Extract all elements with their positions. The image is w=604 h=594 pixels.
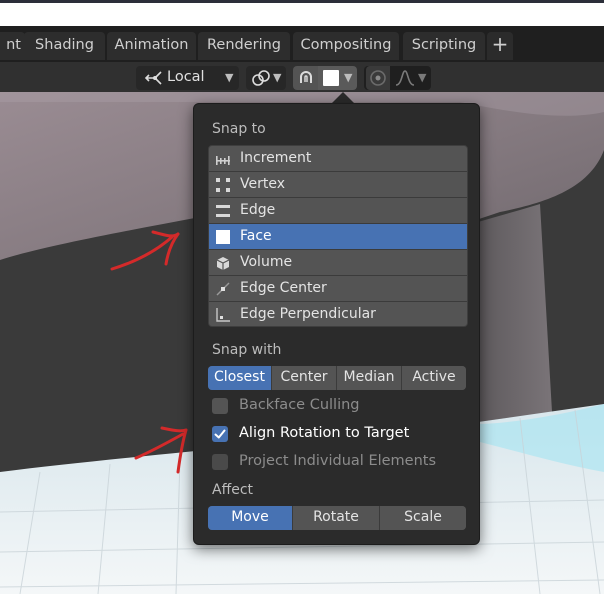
segment-label: Median bbox=[343, 369, 395, 385]
tab-scripting[interactable]: Scripting bbox=[403, 32, 485, 60]
tab-label: Shading bbox=[35, 37, 94, 53]
edge-center-icon bbox=[216, 282, 230, 296]
tab-animation[interactable]: Animation bbox=[107, 32, 196, 60]
snap-with-center[interactable]: Center bbox=[272, 366, 336, 390]
chevron-down-icon: ▼ bbox=[225, 71, 234, 84]
magnet-icon bbox=[300, 71, 312, 83]
snap-to-edge[interactable]: Edge bbox=[209, 198, 467, 224]
segment-label: Rotate bbox=[313, 509, 359, 525]
plus-icon: + bbox=[491, 32, 509, 56]
orientation-label: Local bbox=[167, 69, 205, 85]
affect-scale[interactable]: Scale bbox=[380, 506, 466, 530]
proportional-editing-icon bbox=[370, 70, 386, 86]
pivot-point-icon bbox=[252, 70, 270, 86]
snap-toggle-button[interactable] bbox=[293, 66, 318, 90]
tab-shading[interactable]: Shading bbox=[24, 32, 105, 60]
snap-to-vertex[interactable]: Vertex bbox=[209, 172, 467, 198]
tab-label: nt bbox=[6, 37, 21, 53]
face-snap-icon bbox=[323, 70, 339, 86]
affect-move[interactable]: Move bbox=[208, 506, 292, 530]
window-top-edge bbox=[0, 0, 604, 3]
tab-label: Rendering bbox=[206, 37, 282, 53]
segment-label: Active bbox=[412, 369, 456, 385]
snap-to-edge-center[interactable]: Edge Center bbox=[209, 276, 467, 302]
proportional-editing-toggle[interactable] bbox=[366, 66, 390, 90]
snap-to-increment[interactable]: Increment bbox=[209, 146, 467, 172]
snap-to-heading: Snap to bbox=[212, 121, 266, 137]
snap-item-label: Face bbox=[240, 228, 272, 244]
project-individual-elements-checkbox[interactable] bbox=[212, 454, 228, 470]
tab-rendering[interactable]: Rendering bbox=[198, 32, 290, 60]
tab-label: Scripting bbox=[411, 37, 477, 53]
pivot-point-dropdown[interactable]: ▼ bbox=[246, 66, 286, 90]
affect-rotate[interactable]: Rotate bbox=[293, 506, 379, 530]
vertex-icon bbox=[216, 178, 230, 192]
add-workspace-button[interactable]: + bbox=[487, 32, 513, 60]
snap-to-face[interactable]: Face bbox=[209, 224, 467, 250]
snap-item-label: Increment bbox=[240, 150, 312, 166]
chevron-down-icon: ▼ bbox=[344, 71, 353, 84]
snapping-popover: Snap to Increment Vertex Edge Face Volum… bbox=[193, 103, 480, 545]
option-label: Backface Culling bbox=[239, 397, 360, 413]
affect-heading: Affect bbox=[212, 482, 254, 498]
snap-item-label: Edge bbox=[240, 202, 276, 218]
annotation-arrow-1 bbox=[110, 230, 180, 271]
segment-label: Move bbox=[231, 509, 269, 525]
transform-orientation-dropdown[interactable]: Local ▼ bbox=[136, 66, 239, 90]
affect-selector: Move Rotate Scale bbox=[208, 506, 466, 530]
snap-to-volume[interactable]: Volume bbox=[209, 250, 467, 276]
tab-layout[interactable]: nt bbox=[0, 32, 25, 60]
workspace-tabs-bar: nt Shading Animation Rendering Compositi… bbox=[0, 26, 604, 62]
snap-with-closest[interactable]: Closest bbox=[208, 366, 271, 390]
orientation-icon bbox=[144, 71, 162, 85]
snap-item-label: Volume bbox=[240, 254, 293, 270]
snap-item-label: Edge Center bbox=[240, 280, 327, 296]
chevron-down-icon: ▼ bbox=[418, 71, 427, 84]
edge-icon bbox=[216, 205, 230, 217]
proportional-editing-group: ▼ bbox=[364, 66, 431, 90]
snap-with-active[interactable]: Active bbox=[402, 366, 466, 390]
segment-label: Closest bbox=[214, 369, 265, 385]
face-icon bbox=[216, 230, 230, 244]
align-rotation-checkbox[interactable] bbox=[212, 426, 228, 442]
snap-with-median[interactable]: Median bbox=[337, 366, 401, 390]
edge-perpendicular-icon bbox=[216, 308, 230, 322]
snap-item-label: Edge Perpendicular bbox=[240, 306, 376, 322]
segment-label: Scale bbox=[404, 509, 442, 525]
snap-item-label: Vertex bbox=[240, 176, 286, 192]
tab-label: Compositing bbox=[300, 37, 392, 53]
viewport-header: Local ▼ ▼ ▼ ▼ bbox=[0, 62, 604, 92]
snap-to-edge-perpendicular[interactable]: Edge Perpendicular bbox=[209, 302, 467, 326]
option-label: Align Rotation to Target bbox=[239, 425, 410, 441]
snap-with-heading: Snap with bbox=[212, 342, 282, 358]
segment-label: Center bbox=[280, 369, 328, 385]
snap-to-list: Increment Vertex Edge Face Volume Edge C… bbox=[208, 145, 468, 327]
falloff-curve-icon[interactable] bbox=[394, 69, 416, 87]
option-label: Project Individual Elements bbox=[239, 453, 437, 469]
backface-culling-checkbox[interactable] bbox=[212, 398, 228, 414]
snap-with-selector: Closest Center Median Active bbox=[208, 366, 466, 390]
snap-target-dropdown[interactable]: ▼ bbox=[318, 66, 357, 90]
tab-compositing[interactable]: Compositing bbox=[293, 32, 399, 60]
tab-label: Animation bbox=[114, 37, 189, 53]
chevron-down-icon: ▼ bbox=[273, 71, 282, 84]
increment-icon bbox=[216, 156, 230, 165]
checkmark-icon bbox=[214, 429, 226, 439]
volume-icon bbox=[216, 257, 230, 270]
page-background-top bbox=[0, 0, 604, 26]
